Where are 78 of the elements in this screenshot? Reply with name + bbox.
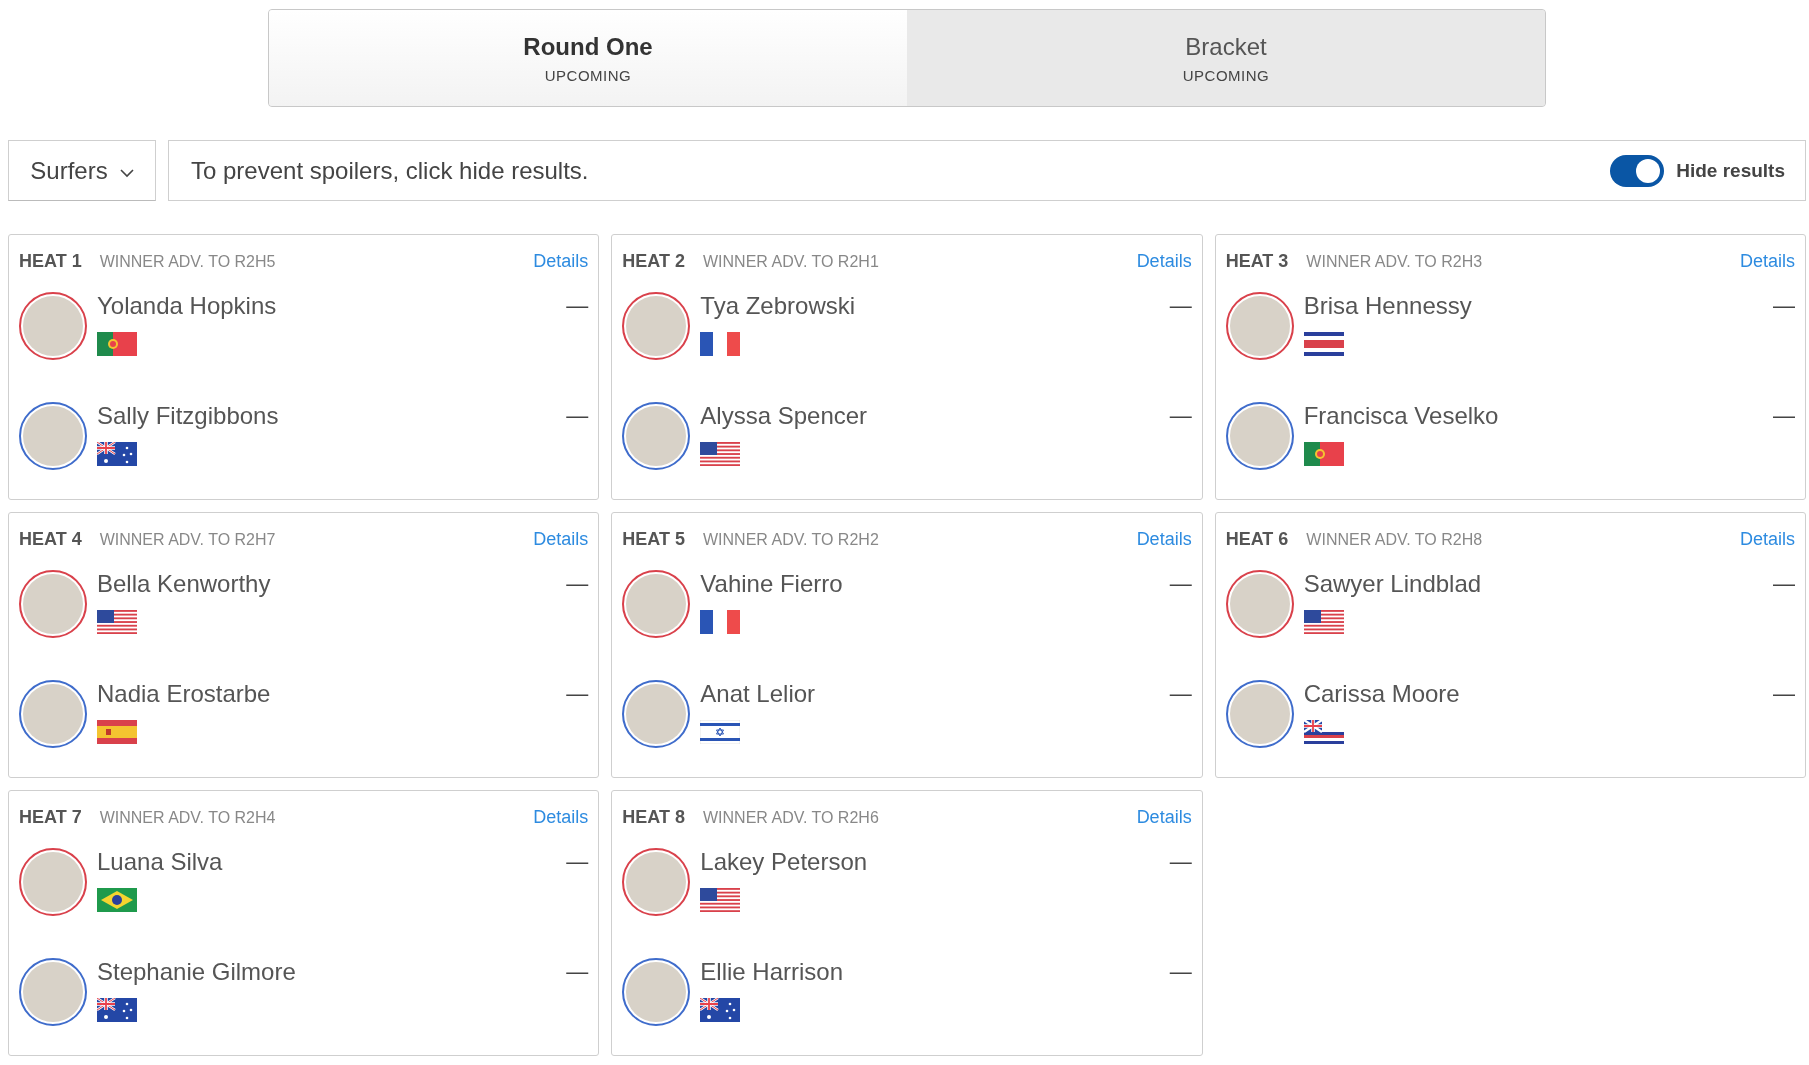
details-link[interactable]: Details bbox=[533, 529, 589, 550]
surfer-name: Nadia Erostarbe bbox=[97, 680, 272, 708]
surfers-dropdown[interactable]: Surfers bbox=[8, 140, 156, 201]
surfer-name: Sawyer Lindblad bbox=[1303, 570, 1483, 598]
score-text: — bbox=[1169, 958, 1192, 986]
hawaii-flag-icon bbox=[1303, 720, 1344, 744]
score-text: — bbox=[1773, 680, 1795, 708]
score-text: — bbox=[1773, 402, 1795, 430]
round-tab[interactable]: Round One UPCOMING bbox=[269, 10, 907, 106]
costa-rica-flag-icon bbox=[1303, 332, 1344, 356]
hide-results-toggle[interactable] bbox=[1610, 154, 1665, 187]
score-text: — bbox=[1169, 680, 1192, 708]
heat-title: HEAT 1 bbox=[19, 251, 82, 272]
surfer-name: Bella Kenworthy bbox=[97, 570, 272, 598]
score-text: — bbox=[1169, 292, 1192, 320]
caret-icon bbox=[119, 169, 134, 178]
details-link[interactable]: Details bbox=[1739, 251, 1795, 272]
usa-flag-icon bbox=[700, 442, 741, 466]
score-text: — bbox=[1773, 292, 1795, 320]
israel-flag-icon bbox=[700, 720, 741, 744]
score-text: — bbox=[1169, 848, 1192, 876]
details-link[interactable]: Details bbox=[533, 807, 589, 828]
advance-note: WINNER ADV. TO R2H5 bbox=[99, 253, 277, 271]
surfer-name: Brisa Hennessy bbox=[1303, 292, 1473, 320]
france-flag-icon bbox=[700, 332, 741, 356]
score-text: — bbox=[566, 292, 589, 320]
advance-note: WINNER ADV. TO R2H3 bbox=[1306, 253, 1484, 271]
surfer-name: Vahine Fierro bbox=[700, 570, 844, 598]
surfer-name: Yolanda Hopkins bbox=[97, 292, 278, 320]
surfer-name: Lakey Peterson bbox=[700, 848, 869, 876]
advance-note: WINNER ADV. TO R2H7 bbox=[99, 531, 277, 549]
score-text: — bbox=[1169, 402, 1192, 430]
advance-note: WINNER ADV. TO R2H4 bbox=[99, 809, 277, 827]
portugal-flag-icon bbox=[97, 332, 137, 356]
score-text: — bbox=[566, 958, 589, 986]
advance-note: WINNER ADV. TO R2H2 bbox=[703, 531, 880, 549]
usa-flag-icon bbox=[700, 888, 741, 912]
heat-title: HEAT 8 bbox=[622, 807, 685, 828]
australia-flag-icon bbox=[97, 998, 137, 1022]
usa-flag-icon bbox=[1303, 610, 1344, 634]
brazil-flag-icon bbox=[97, 888, 137, 912]
score-text: — bbox=[566, 680, 589, 708]
france-flag-icon bbox=[700, 610, 741, 634]
usa-flag-icon bbox=[97, 610, 137, 634]
australia-flag-icon bbox=[700, 998, 741, 1022]
heat-title: HEAT 2 bbox=[622, 251, 685, 272]
score-text: — bbox=[566, 848, 589, 876]
spain-flag-icon bbox=[97, 720, 137, 744]
heat-title: HEAT 7 bbox=[19, 807, 82, 828]
heat-title: HEAT 6 bbox=[1225, 529, 1289, 550]
score-text: — bbox=[1169, 570, 1192, 598]
hide-results-label: Hide results bbox=[1676, 159, 1785, 182]
details-link[interactable]: Details bbox=[1739, 529, 1795, 550]
surfer-name: Alyssa Spencer bbox=[700, 402, 869, 430]
advance-note: WINNER ADV. TO R2H6 bbox=[703, 809, 880, 827]
score-text: — bbox=[566, 570, 589, 598]
details-link[interactable]: Details bbox=[533, 251, 589, 272]
score-text: — bbox=[566, 402, 589, 430]
details-link[interactable]: Details bbox=[1136, 529, 1192, 550]
portugal-flag-icon bbox=[1303, 442, 1344, 466]
surfer-name: Anat Lelior bbox=[700, 680, 817, 708]
details-link[interactable]: Details bbox=[1136, 807, 1192, 828]
score-text: — bbox=[1773, 570, 1795, 598]
surfer-name: Tya Zebrowski bbox=[700, 292, 857, 320]
surfer-name: Luana Silva bbox=[97, 848, 224, 876]
heat-title: HEAT 4 bbox=[19, 529, 82, 550]
surfer-name: Francisca Veselko bbox=[1303, 402, 1500, 430]
heat-title: HEAT 3 bbox=[1225, 251, 1289, 272]
advance-note: WINNER ADV. TO R2H8 bbox=[1306, 531, 1484, 549]
surfer-name: Sally Fitzgibbons bbox=[97, 402, 280, 430]
details-link[interactable]: Details bbox=[1136, 251, 1192, 272]
advance-note: WINNER ADV. TO R2H1 bbox=[703, 253, 880, 271]
spoiler-notice: To prevent spoilers, click hide results. bbox=[191, 156, 590, 185]
heat-title: HEAT 5 bbox=[622, 529, 685, 550]
surfer-name: Carissa Moore bbox=[1303, 680, 1461, 708]
surfer-name: Stephanie Gilmore bbox=[97, 958, 297, 986]
australia-flag-icon bbox=[97, 442, 137, 466]
surfer-name: Ellie Harrison bbox=[700, 958, 845, 986]
